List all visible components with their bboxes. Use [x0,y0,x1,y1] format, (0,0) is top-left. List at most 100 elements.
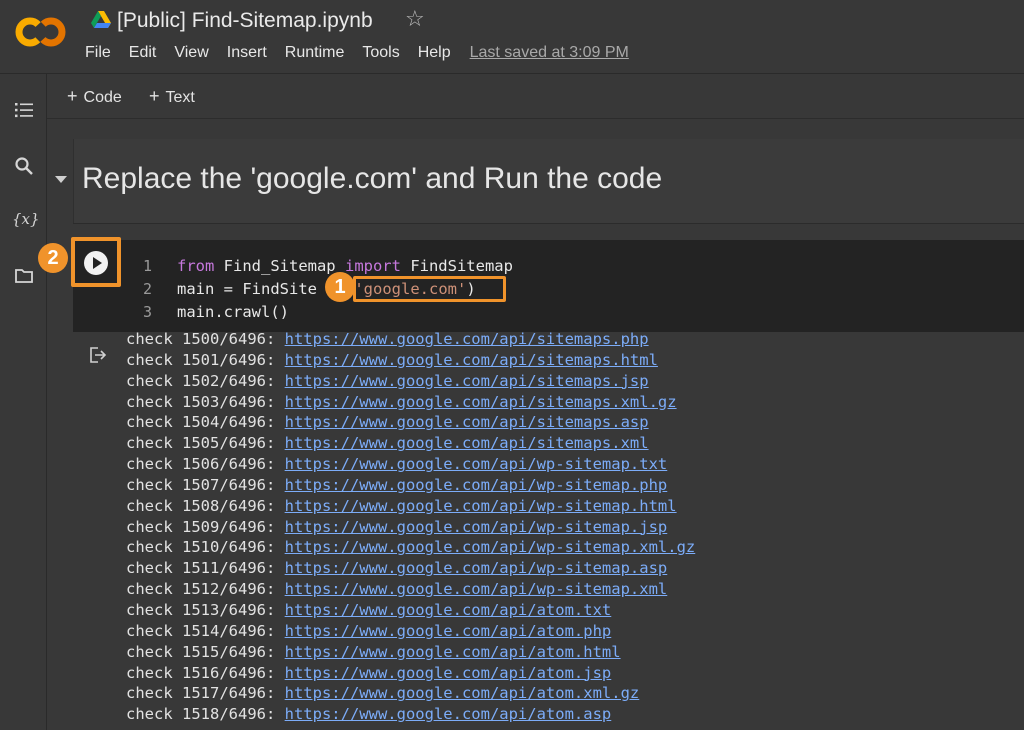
menu-runtime[interactable]: Runtime [276,44,354,66]
imported-name: FindSitemap [400,257,513,275]
output-prefix: check 1513/6496: [126,600,285,619]
annotation-badge-2: 2 [38,243,68,273]
output-url-link[interactable]: https://www.google.com/api/atom.php [285,622,612,640]
output-line: check 1502/6496: https://www.google.com/… [126,371,1006,392]
table-of-contents-icon[interactable] [14,100,34,120]
output-url-link[interactable]: https://www.google.com/api/wp-sitemap.ht… [285,497,677,515]
output-line: check 1516/6496: https://www.google.com/… [126,663,1006,684]
app-header: [Public] Find-Sitemap.ipynb ☆ File Edit … [0,0,1024,74]
output-line: check 1505/6496: https://www.google.com/… [126,433,1006,454]
variables-icon[interactable]: {x} [12,210,40,230]
google-drive-icon [91,11,111,28]
output-line: check 1503/6496: https://www.google.com/… [126,392,1006,413]
output-line: check 1501/6496: https://www.google.com/… [126,350,1006,371]
output-line: check 1506/6496: https://www.google.com/… [126,454,1006,475]
output-url-link[interactable]: https://www.google.com/api/atom.txt [285,601,612,619]
files-icon[interactable] [14,266,34,286]
output-prefix: check 1512/6496: [126,580,285,599]
argument-highlight [353,276,506,302]
keyword-from: from [177,257,215,275]
menu-view[interactable]: View [165,44,217,66]
module-name: Find_Sitemap [214,257,345,275]
output-line: check 1513/6496: https://www.google.com/… [126,600,1006,621]
notebook-area: Replace the 'google.com' and Run the cod… [38,119,1024,730]
output-line: check 1515/6496: https://www.google.com/… [126,642,1006,663]
output-url-link[interactable]: https://www.google.com/api/atom.html [285,643,621,661]
output-prefix: check 1500/6496: [126,330,285,348]
annotation-badge-1: 1 [325,272,355,302]
output-url-link[interactable]: https://www.google.com/api/wp-sitemap.xm… [285,538,696,556]
keyword-import: import [344,257,401,275]
output-url-link[interactable]: https://www.google.com/api/sitemaps.html [285,351,658,369]
play-icon [93,257,102,269]
colab-logo[interactable] [15,13,67,51]
output-url-link[interactable]: https://www.google.com/api/atom.asp [285,705,612,723]
menu-bar: File Edit View Insert Runtime Tools Help… [76,44,629,66]
menu-help[interactable]: Help [409,44,460,66]
line-numbers: 1 2 3 [140,255,152,324]
output-prefix: check 1505/6496: [126,434,285,453]
cell-toolbar: + Code + Text [47,74,1024,119]
output-line: check 1500/6496: https://www.google.com/… [126,329,1006,350]
output-url-link[interactable]: https://www.google.com/api/wp-sitemap.ph… [285,476,668,494]
output-prefix: check 1501/6496: [126,350,285,369]
output-line: check 1508/6496: https://www.google.com/… [126,496,1006,517]
output-url-link[interactable]: https://www.google.com/api/sitemaps.xml [285,434,649,452]
collapse-section-icon[interactable] [55,176,67,183]
output-url-link[interactable]: https://www.google.com/api/sitemaps.php [285,330,649,348]
output-prefix: check 1504/6496: [126,413,285,432]
menu-insert[interactable]: Insert [218,44,276,66]
output-prefix: check 1502/6496: [126,371,285,390]
cell-output: check 1500/6496: https://www.google.com/… [126,329,1006,730]
last-saved-link[interactable]: Last saved at 3:09 PM [470,44,629,66]
notebook-title[interactable]: [Public] Find-Sitemap.ipynb [117,9,373,33]
output-line: check 1509/6496: https://www.google.com/… [126,517,1006,538]
output-url-link[interactable]: https://www.google.com/api/sitemaps.xml.… [285,393,677,411]
menu-edit[interactable]: Edit [120,44,166,66]
line-number: 2 [142,280,152,298]
output-prefix: check 1518/6496: [126,705,285,724]
output-line: check 1507/6496: https://www.google.com/… [126,475,1006,496]
output-prefix: check 1515/6496: [126,642,285,661]
output-url-link[interactable]: https://www.google.com/api/wp-sitemap.xm… [285,580,668,598]
output-prefix: check 1509/6496: [126,517,285,536]
plus-icon: + [67,86,78,106]
run-cell-button[interactable] [84,251,108,275]
search-icon[interactable] [14,156,34,176]
star-icon[interactable]: ☆ [405,7,425,32]
output-line: check 1518/6496: https://www.google.com/… [126,704,1006,725]
output-options-icon[interactable] [89,346,107,364]
left-sidebar: {x} [0,74,47,730]
output-line: check 1517/6496: https://www.google.com/… [126,683,1006,704]
output-line: check 1512/6496: https://www.google.com/… [126,579,1006,600]
output-url-link[interactable]: https://www.google.com/api/sitemaps.jsp [285,372,649,390]
output-url-link[interactable]: https://www.google.com/api/wp-sitemap.tx… [285,455,668,473]
output-prefix: check 1510/6496: [126,538,285,557]
output-url-link[interactable]: https://www.google.com/api/atom.xml.gz [285,684,640,702]
plus-icon: + [149,86,160,106]
output-line: check 1504/6496: https://www.google.com/… [126,412,1006,433]
output-url-link[interactable]: https://www.google.com/api/wp-sitemap.js… [285,518,668,536]
output-line: check 1514/6496: https://www.google.com/… [126,621,1006,642]
output-prefix: check 1503/6496: [126,392,285,411]
add-text-button[interactable]: + Text [149,86,195,107]
output-prefix: check 1511/6496: [126,559,285,578]
output-url-link[interactable]: https://www.google.com/api/wp-sitemap.as… [285,559,668,577]
output-prefix: check 1508/6496: [126,496,285,515]
output-line: check 1511/6496: https://www.google.com/… [126,558,1006,579]
output-prefix: check 1506/6496: [126,455,285,474]
menu-tools[interactable]: Tools [353,44,408,66]
code-line-3: main.crawl() [177,303,289,321]
section-heading: Replace the 'google.com' and Run the cod… [82,162,663,195]
output-url-link[interactable]: https://www.google.com/api/atom.jsp [285,664,612,682]
output-prefix: check 1514/6496: [126,621,285,640]
output-url-link[interactable]: https://www.google.com/api/sitemaps.asp [285,413,649,431]
code-text: main = FindSite [177,280,317,298]
output-line: check 1510/6496: https://www.google.com/… [126,537,1006,558]
output-prefix: check 1516/6496: [126,663,285,682]
output-prefix: check 1517/6496: [126,684,285,703]
output-prefix: check 1507/6496: [126,475,285,494]
add-code-button[interactable]: + Code [67,86,122,107]
menu-file[interactable]: File [76,44,120,66]
add-text-label: Text [165,89,195,106]
